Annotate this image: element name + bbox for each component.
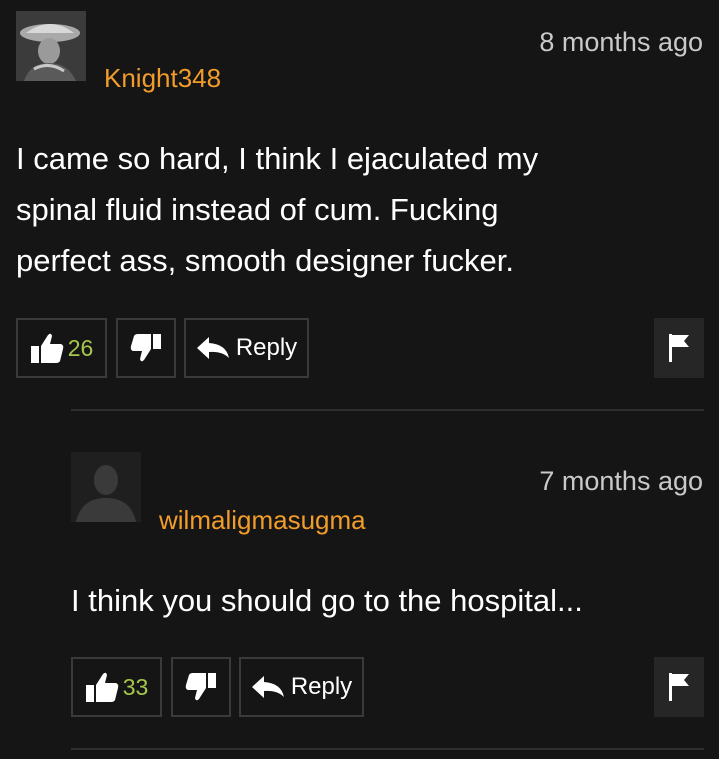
comment-text-line: I came so hard, I think I ejaculated my <box>16 141 539 176</box>
avatar[interactable] <box>71 452 141 522</box>
dislike-button[interactable] <box>116 318 176 378</box>
like-count: 33 <box>122 673 149 700</box>
thumbs-down-icon <box>130 334 161 362</box>
comment-text-line: spinal fluid instead of cum. Fucking <box>16 192 499 227</box>
like-count: 26 <box>67 334 94 361</box>
thumbs-up-icon <box>30 333 63 363</box>
comment-text: I came so hard, I think I ejaculated my … <box>16 133 538 286</box>
default-avatar-icon <box>71 452 141 522</box>
flag-icon <box>669 334 689 362</box>
thumbs-down-icon <box>185 673 216 701</box>
divider <box>71 748 704 750</box>
username[interactable]: Knight348 <box>104 63 221 94</box>
timestamp: 8 months ago <box>539 27 703 57</box>
username[interactable]: wilmaligmasugma <box>159 505 366 536</box>
comment-text-line: I think you should go to the hospital... <box>71 583 583 618</box>
flag-button[interactable] <box>654 657 704 717</box>
comment-actions: 26 Reply <box>16 318 704 378</box>
like-button[interactable]: 26 <box>16 318 107 378</box>
timestamp: 7 months ago <box>539 466 703 496</box>
reply-button[interactable]: Reply <box>239 657 364 717</box>
comment-text: I think you should go to the hospital... <box>71 575 583 626</box>
flag-button[interactable] <box>654 318 704 378</box>
avatar[interactable] <box>16 11 86 81</box>
dislike-button[interactable] <box>171 657 231 717</box>
reply-arrow-icon <box>251 676 284 698</box>
user-photo-icon <box>16 11 86 81</box>
thumbs-up-icon <box>85 672 118 702</box>
divider <box>71 409 704 411</box>
comment-actions: 33 Reply <box>71 657 704 717</box>
reply-label: Reply <box>235 334 298 361</box>
comment-text-line: perfect ass, smooth designer fucker. <box>16 243 514 278</box>
reply-arrow-icon <box>196 337 229 359</box>
reply-button[interactable]: Reply <box>184 318 309 378</box>
reply-label: Reply <box>290 673 353 700</box>
like-button[interactable]: 33 <box>71 657 162 717</box>
flag-icon <box>669 673 689 701</box>
